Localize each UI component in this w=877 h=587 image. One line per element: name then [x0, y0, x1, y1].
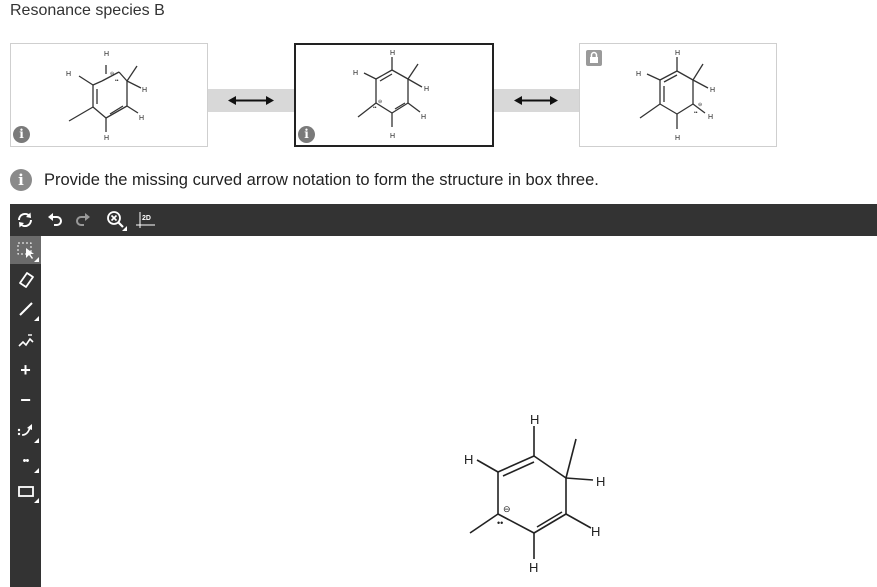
hydrogen-label: H	[104, 51, 109, 58]
hydrogen-label: H	[530, 412, 539, 427]
zoom-reset-button[interactable]	[104, 208, 128, 232]
chain-tool-button[interactable]	[10, 327, 41, 355]
hydrogen-label: H	[104, 135, 109, 142]
resonance-box-1[interactable]: H H H H H ⊖ •• i	[10, 43, 208, 147]
negative-charge: ⊖	[378, 99, 382, 105]
lone-pair-icon: ••	[22, 455, 30, 467]
structure-3: H H H H H ⊖ ••	[636, 50, 715, 142]
hydrogen-label: H	[710, 87, 715, 94]
hydrogen-label: H	[464, 452, 473, 467]
info-icon: i	[10, 169, 32, 191]
lone-pair: ••	[694, 110, 698, 116]
eraser-tool-button[interactable]	[10, 265, 41, 293]
lone-pair: ••	[115, 78, 119, 84]
lock-icon	[586, 50, 602, 66]
structure-2: H H H H H ⊖ ••	[353, 50, 429, 140]
double-headed-arrow-icon	[514, 96, 558, 105]
curved-arrow-tool-button[interactable]	[10, 417, 41, 445]
lone-pair: ••	[497, 518, 503, 528]
lone-pair: ••	[373, 105, 377, 111]
double-headed-arrow-icon	[228, 96, 274, 105]
clean-2d-icon: 2D	[136, 212, 155, 228]
resonance-box-2[interactable]: H H H H H ⊖ •• i	[294, 43, 494, 147]
lone-pair-tool-button[interactable]: ••	[10, 447, 41, 475]
hydrogen-label: H	[708, 114, 713, 121]
hydrogen-label: H	[353, 70, 358, 77]
hydrogen-label: H	[591, 524, 600, 539]
hydrogen-label: H	[636, 71, 641, 78]
chain-icon	[17, 334, 34, 347]
negative-charge-button[interactable]: −	[10, 386, 41, 414]
plus-icon: +	[20, 359, 31, 380]
hydrogen-label: H	[66, 71, 71, 78]
positive-charge-button[interactable]: +	[10, 356, 41, 384]
negative-charge: ⊖	[503, 504, 511, 514]
hydrogen-label: H	[596, 474, 605, 489]
page-title: Resonance species B	[10, 2, 165, 19]
hydrogen-label: H	[390, 50, 395, 57]
select-icon	[17, 242, 34, 259]
canvas-structure: H H H H H ⊖ ••	[464, 412, 605, 575]
resonance-connector-2	[494, 89, 579, 112]
hydrogen-label: H	[421, 114, 426, 121]
editor-left-toolbar: + − ••	[10, 236, 41, 587]
info-icon[interactable]: i	[13, 126, 30, 143]
select-tool-button[interactable]	[10, 236, 41, 264]
negative-charge: ⊖	[698, 102, 702, 108]
refresh-icon	[17, 212, 33, 228]
hydrogen-label: H	[424, 86, 429, 93]
hydrogen-label: H	[139, 115, 144, 122]
hydrogen-label: H	[675, 50, 680, 57]
resonance-box-3[interactable]: H H H H H ⊖ ••	[579, 43, 777, 147]
undo-icon	[48, 213, 62, 226]
undo-button[interactable]	[43, 208, 67, 232]
hydrogen-label: H	[390, 133, 395, 140]
clean-2d-button[interactable]: 2D	[134, 208, 158, 232]
instruction-text: Provide the missing curved arrow notatio…	[44, 170, 599, 189]
bond-icon	[18, 302, 33, 316]
bond-tool-button[interactable]	[10, 295, 41, 323]
svg-text:2D: 2D	[142, 215, 151, 222]
eraser-icon	[18, 272, 34, 288]
minus-icon: −	[20, 389, 31, 410]
hydrogen-label: H	[529, 560, 538, 575]
rectangle-tool-button[interactable]	[10, 477, 41, 505]
info-icon[interactable]: i	[298, 126, 315, 143]
redo-icon	[76, 213, 90, 226]
drawing-canvas[interactable]: H H H H H ⊖ ••	[41, 236, 877, 587]
curved-arrow-icon	[17, 424, 32, 436]
negative-charge: ⊖	[110, 71, 114, 77]
refresh-button[interactable]	[13, 208, 37, 232]
rectangle-icon	[17, 486, 34, 497]
hydrogen-label: H	[142, 87, 147, 94]
instruction-row: i Provide the missing curved arrow notat…	[10, 168, 599, 192]
hydrogen-label: H	[675, 135, 680, 142]
resonance-connector-1	[208, 89, 294, 112]
zoom-reset-icon	[107, 211, 127, 231]
structure-1: H H H H H ⊖ ••	[66, 51, 147, 142]
redo-button[interactable]	[71, 208, 95, 232]
editor-top-toolbar: 2D	[10, 204, 877, 236]
